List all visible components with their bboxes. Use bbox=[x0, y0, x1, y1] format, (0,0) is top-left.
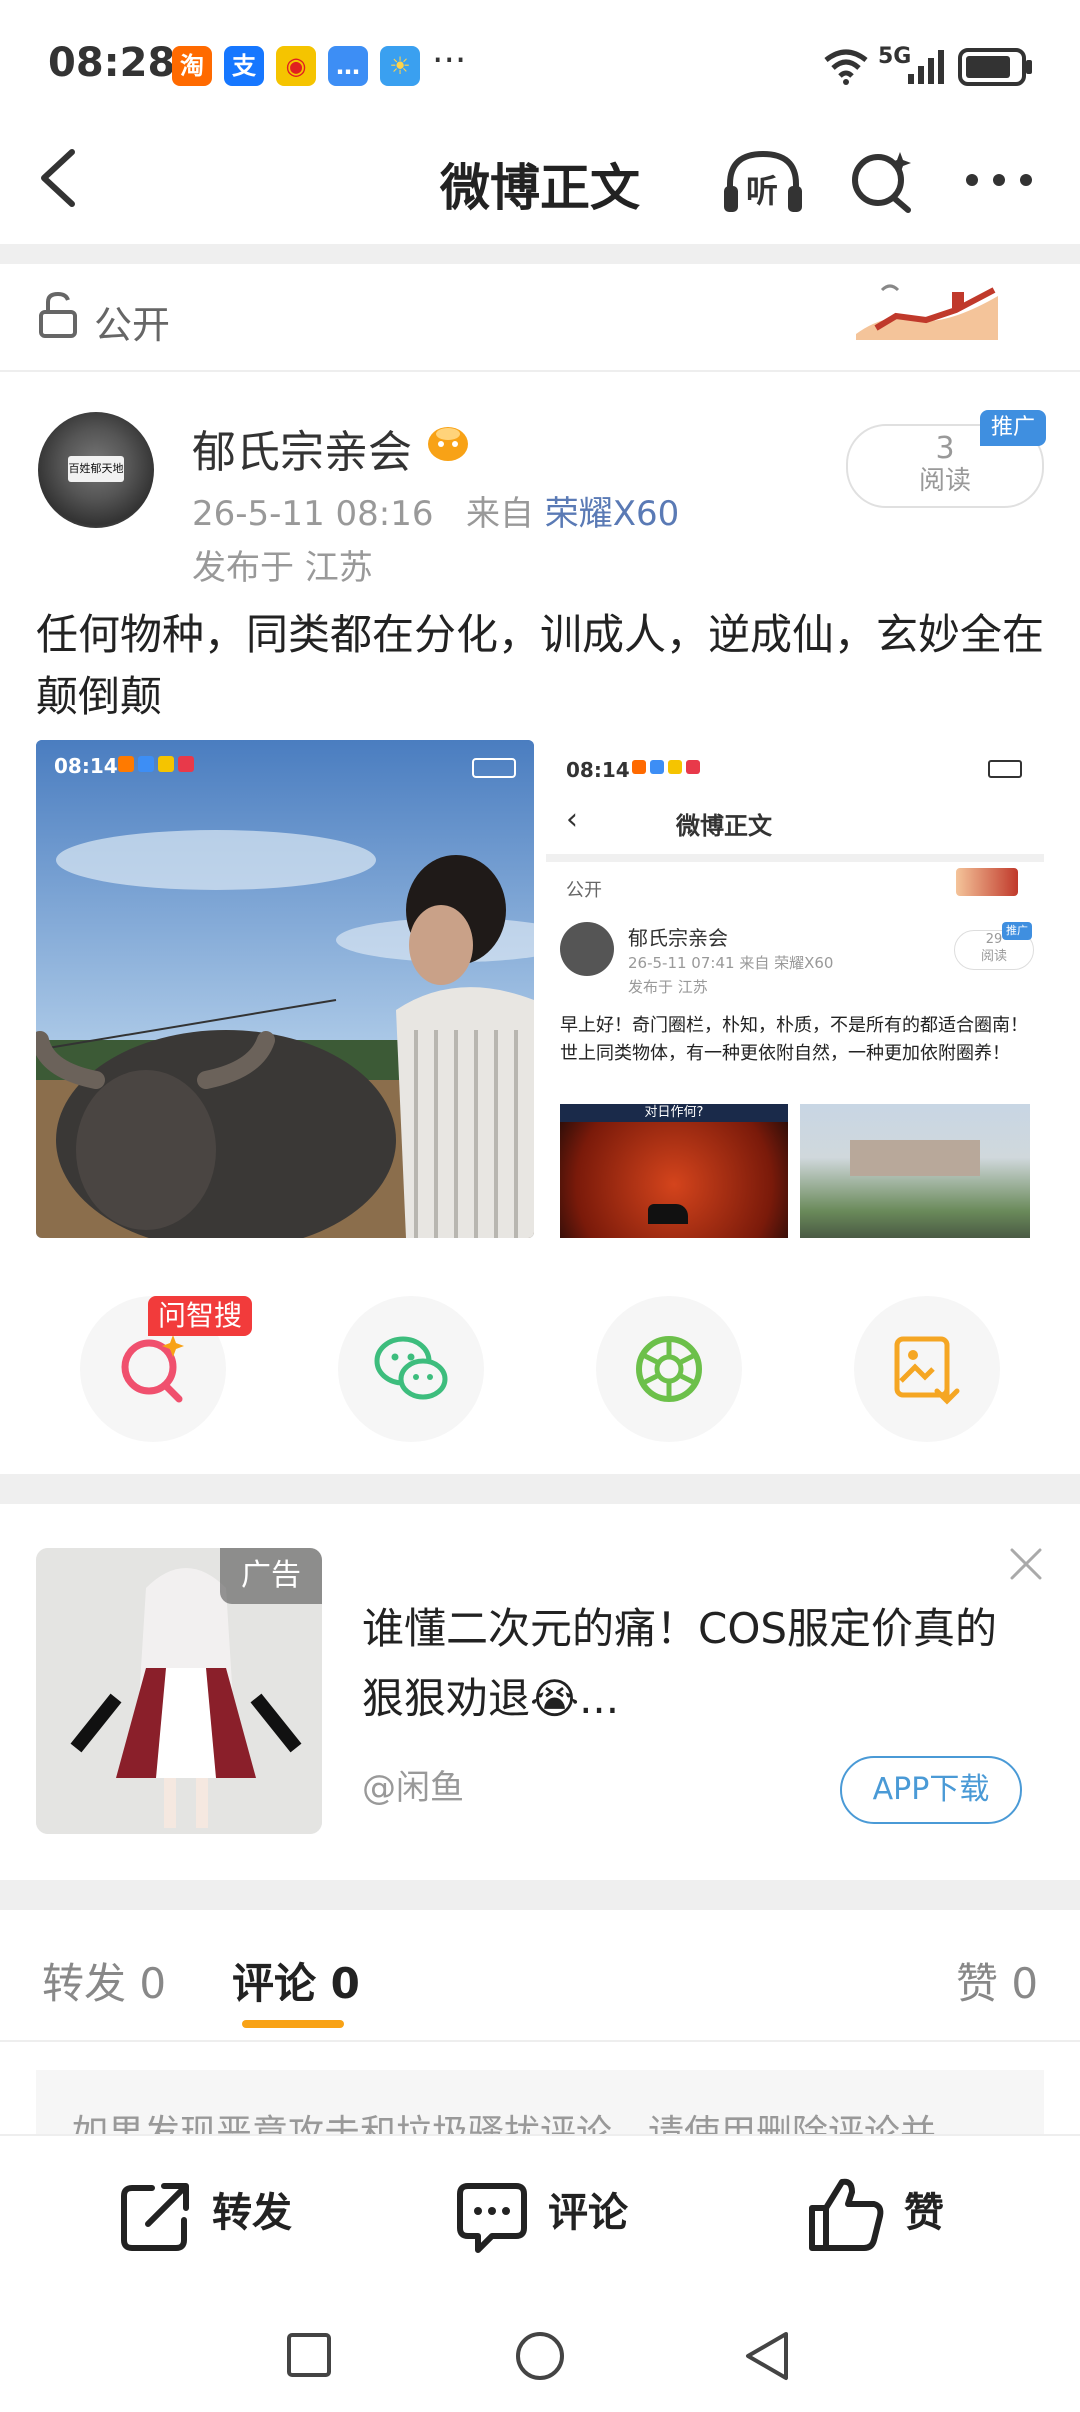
embedded-battery-icon bbox=[988, 760, 1022, 778]
embedded-app-icon bbox=[686, 760, 700, 774]
status-bar: 08:28 淘 支 ◉ … ☀ ··· 5G bbox=[0, 0, 1080, 130]
promo-badge: 推广 bbox=[980, 410, 1046, 446]
embedded-timestamp: 26-5-11 07:41 bbox=[628, 954, 735, 972]
tabs-divider bbox=[0, 2040, 1080, 2042]
ask-smart-search-badge: 问智搜 bbox=[148, 1296, 253, 1336]
recent-apps-icon[interactable] bbox=[286, 2332, 332, 2378]
save-image-icon bbox=[894, 1336, 960, 1405]
post-image-1[interactable]: 08:14 bbox=[36, 740, 534, 1238]
comment-icon[interactable] bbox=[454, 2180, 530, 2256]
ad-tag: 广告 bbox=[220, 1548, 322, 1604]
ad-source: @闲鱼 bbox=[362, 1768, 464, 1808]
visibility-label: 公开 bbox=[94, 303, 171, 347]
like-icon[interactable] bbox=[806, 2174, 886, 2254]
device-link[interactable]: 荣耀X60 bbox=[545, 494, 680, 534]
wechat-share-button[interactable] bbox=[338, 1296, 484, 1442]
embedded-image-caption: 对日作何? bbox=[560, 1104, 788, 1122]
embedded-avatar bbox=[560, 922, 614, 976]
avatar-text: 百姓郁天地 bbox=[68, 456, 124, 482]
battery-icon bbox=[958, 48, 1032, 86]
system-navigation-bar bbox=[0, 2290, 1080, 2412]
embedded-source: 来自 荣耀X60 bbox=[739, 954, 834, 972]
message-icon: … bbox=[328, 46, 368, 86]
more-options-icon[interactable] bbox=[964, 170, 1034, 190]
smart-search-icon bbox=[121, 1335, 184, 1403]
embedded-time: 08:14 bbox=[566, 758, 630, 782]
wolf-silhouette bbox=[648, 1204, 688, 1224]
tab-repost[interactable]: 转发 0 bbox=[42, 1950, 166, 2011]
comment-hint: 如果发现恶意攻击和垃圾骚扰评论，请使用删除评论并 bbox=[36, 2070, 1044, 2144]
post-timestamp: 26-5-11 08:16 bbox=[192, 494, 434, 534]
listen-button[interactable]: 听 bbox=[720, 146, 806, 216]
embedded-author: 郁氏宗亲会 bbox=[628, 926, 728, 950]
taobao-icon: 淘 bbox=[172, 46, 212, 86]
embedded-meta: 26-5-11 07:41 来自 荣耀X60 bbox=[628, 952, 833, 973]
weibo-icon: ◉ bbox=[276, 46, 316, 86]
system-back-icon[interactable] bbox=[742, 2330, 792, 2382]
embedded-app-icon bbox=[650, 760, 664, 774]
moments-icon bbox=[636, 1336, 702, 1402]
lock-open-icon bbox=[39, 291, 77, 338]
overlay-time: 08:14 bbox=[54, 754, 118, 778]
read-label: 阅读 bbox=[918, 466, 971, 496]
tab-like[interactable]: 赞 0 bbox=[956, 1950, 1038, 2011]
avatar[interactable]: 百姓郁天地 bbox=[38, 412, 154, 528]
tab-comment[interactable]: 评论 0 bbox=[232, 1950, 360, 2011]
repost-button[interactable]: 转发 bbox=[212, 2180, 292, 2238]
smart-search-icon[interactable] bbox=[848, 148, 914, 214]
embedded-promo-badge: 推广 bbox=[1002, 922, 1032, 940]
overlay-app-icon bbox=[178, 756, 194, 772]
repost-icon[interactable] bbox=[118, 2178, 194, 2254]
post-location: 发布于 江苏 bbox=[192, 548, 373, 588]
post-meta: 26-5-11 08:16 来自 荣耀X60 bbox=[192, 486, 679, 535]
embedded-app-icon bbox=[632, 760, 646, 774]
fan-level-icon bbox=[428, 427, 468, 461]
weather-icon: ☀ bbox=[380, 46, 420, 86]
buffalo-photo bbox=[36, 740, 534, 1238]
comment-button[interactable]: 评论 bbox=[548, 2180, 628, 2238]
post-text: 任何物种，同类都在分化，训成人，逆成仙，玄妙全在颠倒颠 bbox=[36, 610, 1045, 721]
section-divider bbox=[0, 1880, 1080, 1910]
building-shape bbox=[850, 1140, 980, 1176]
status-time: 08:28 bbox=[48, 40, 176, 86]
embedded-divider bbox=[546, 854, 1044, 862]
more-notifications-icon: ··· bbox=[432, 40, 467, 81]
embedded-title: 微博正文 bbox=[676, 812, 772, 840]
embedded-read-label: 阅读 bbox=[980, 949, 1007, 964]
wechat-icon bbox=[374, 1336, 448, 1400]
close-icon[interactable] bbox=[1008, 1546, 1044, 1582]
page-title: 微博正文 bbox=[440, 159, 640, 217]
alipay-icon: 支 bbox=[224, 46, 264, 86]
overlay-app-icon bbox=[158, 756, 174, 772]
active-tab-indicator bbox=[242, 2020, 344, 2028]
embedded-visibility: 公开 bbox=[566, 880, 602, 901]
wifi-icon bbox=[824, 49, 868, 85]
section-divider bbox=[0, 244, 1080, 264]
app-download-button[interactable]: APP下载 bbox=[840, 1756, 1022, 1824]
save-image-button[interactable] bbox=[854, 1296, 1000, 1442]
embedded-location: 发布于 江苏 bbox=[628, 978, 708, 996]
listen-label: 听 bbox=[746, 172, 779, 210]
ad-title[interactable]: 谁懂二次元的痛！COS服定价真的狠狠劝退😭... bbox=[362, 1594, 1022, 1734]
post-image-2[interactable]: 08:14 ‹ 微博正文 公开 郁氏宗亲会 26-5-11 07:41 来自 荣… bbox=[546, 740, 1044, 1238]
author-name[interactable]: 郁氏宗亲会 bbox=[192, 416, 412, 480]
embedded-moon-image: 对日作何? bbox=[560, 1104, 788, 1238]
embedded-post-text: 早上好！奇门圈栏，朴知，朴质，不是所有的都适合圈南！世上同类物体，有一种更依附自… bbox=[560, 1015, 1028, 1064]
embedded-back-icon: ‹ bbox=[566, 802, 578, 837]
embedded-app-icon bbox=[668, 760, 682, 774]
signal-icon bbox=[908, 50, 944, 84]
section-divider bbox=[0, 1474, 1080, 1504]
home-icon[interactable] bbox=[514, 2330, 566, 2382]
source-prefix: 来自 bbox=[465, 494, 534, 534]
like-button[interactable]: 赞 bbox=[904, 2180, 944, 2238]
great-wall-decoration-icon bbox=[856, 284, 998, 340]
overlay-app-icon bbox=[118, 756, 134, 772]
overlay-app-icon bbox=[138, 756, 154, 772]
embedded-decoration bbox=[956, 868, 1018, 896]
embedded-building-image bbox=[800, 1104, 1030, 1238]
moments-share-button[interactable] bbox=[596, 1296, 742, 1442]
row-divider bbox=[0, 370, 1080, 372]
overlay-battery-icon bbox=[472, 758, 516, 778]
